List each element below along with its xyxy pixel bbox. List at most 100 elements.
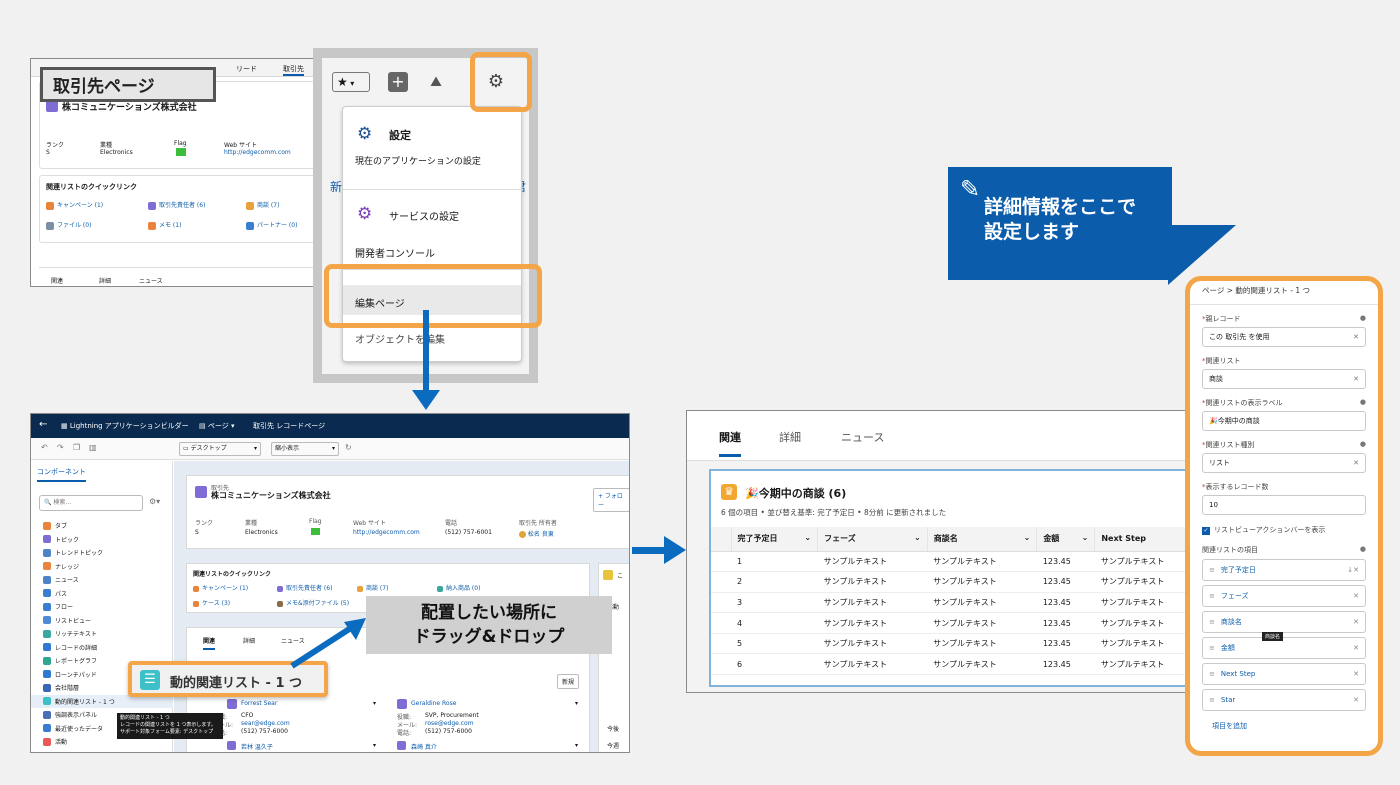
component-item[interactable]: ニュース	[31, 573, 173, 587]
view-select[interactable]: 縮小表示 ▾	[271, 442, 339, 456]
drag-handle-icon[interactable]: ≡	[1209, 644, 1215, 652]
component-item[interactable]: リストビュー	[31, 614, 173, 628]
field-item[interactable]: ≡ Next Step ✕	[1202, 663, 1366, 685]
favorites-button[interactable]: ★ ▾	[332, 72, 370, 92]
field-item[interactable]: ≡ フェーズ ✕	[1202, 585, 1366, 607]
quicklink[interactable]: 商談 (7)	[366, 585, 388, 592]
website-link[interactable]: http://edgecomm.com	[224, 149, 291, 156]
component-item[interactable]: レコードの詳細	[31, 641, 173, 655]
contact-name[interactable]: Forrest Sear	[241, 700, 277, 707]
nav-tab-lead[interactable]: リード	[236, 64, 257, 74]
field-item[interactable]: ≡ 商談名 ✕	[1202, 611, 1366, 633]
add-field-link[interactable]: 項目を追加	[1202, 721, 1366, 731]
quicklink[interactable]: メモ&添付ファイル (5)	[286, 600, 349, 607]
redo-icon[interactable]: ↷	[57, 443, 64, 452]
row-menu-icon[interactable]: ▾	[373, 742, 376, 749]
contact-name[interactable]: Geraldine Rose	[411, 700, 456, 707]
menu-setup[interactable]: 設定	[389, 127, 411, 143]
tab-related[interactable]: 関連	[203, 636, 216, 650]
clear-icon[interactable]: ✕	[1353, 375, 1359, 383]
record-count-input[interactable]: 10	[1202, 495, 1366, 515]
quicklink[interactable]: ファイル (0)	[57, 222, 91, 229]
delete-icon[interactable]: ▥	[89, 443, 97, 452]
back-arrow-icon[interactable]: ←	[39, 419, 47, 430]
remove-icon[interactable]: ✕	[1353, 696, 1359, 704]
tab-detail[interactable]: 詳細	[99, 276, 111, 285]
row-menu-icon[interactable]: ▾	[575, 700, 578, 707]
remove-icon[interactable]: ✕	[1353, 592, 1359, 600]
new-button[interactable]: 新規	[557, 674, 580, 689]
remove-icon[interactable]: ✕	[1353, 644, 1359, 652]
chevron-down-icon[interactable]: ⌄	[804, 533, 811, 542]
field-item[interactable]: ≡ 金額 ✕	[1202, 637, 1366, 659]
row-menu-icon[interactable]: ▾	[373, 700, 376, 707]
quicklink[interactable]: 納入商品 (0)	[446, 585, 480, 592]
menu-edit-object[interactable]: オブジェクトを編集	[355, 331, 445, 346]
quicklink[interactable]: 取引先責任者 (6)	[286, 585, 332, 592]
quicklink[interactable]: キャンペーン (1)	[57, 202, 103, 209]
component-item[interactable]: リッチテキスト	[31, 627, 173, 641]
nav-tab-account[interactable]: 取引先	[283, 64, 304, 76]
quicklink[interactable]: パートナー (0)	[257, 222, 297, 229]
checkbox-checked-icon[interactable]: ✓	[1202, 527, 1210, 535]
tab-detail[interactable]: 詳細	[779, 429, 801, 445]
display-label-input[interactable]: 🎉今期中の商談	[1202, 411, 1366, 431]
tab-detail[interactable]: 詳細	[243, 636, 255, 645]
column-header[interactable]: 金額 ⌄	[1036, 527, 1096, 552]
menu-developer-console[interactable]: 開発者コンソール	[355, 245, 435, 260]
drag-handle-icon[interactable]: ≡	[1209, 566, 1215, 574]
column-header[interactable]: フェーズ ⌄	[817, 527, 928, 552]
parent-record-field[interactable]: この 取引先 を使用 ✕	[1202, 327, 1366, 347]
quicklink[interactable]: ケース (3)	[202, 600, 230, 607]
gear-icon[interactable]: ⚙▾	[149, 497, 160, 506]
contact-email[interactable]: sear@edge.com	[241, 720, 290, 727]
contact-name[interactable]: 若林 温久子	[241, 742, 273, 751]
component-item[interactable]: トレンドトピック	[31, 546, 173, 560]
chevron-down-icon[interactable]: ⌄	[1082, 533, 1089, 542]
component-item[interactable]: フロー	[31, 600, 173, 614]
menu-service-setup[interactable]: サービスの設定	[389, 208, 459, 223]
copy-icon[interactable]: ❐	[73, 443, 80, 452]
refresh-icon[interactable]: ↻	[345, 443, 352, 452]
add-icon[interactable]: +	[388, 72, 408, 92]
component-item[interactable]: タブ	[31, 519, 173, 533]
trailhead-icon[interactable]: ⛰	[426, 72, 446, 92]
contact-name[interactable]: 森崎 真介	[411, 742, 437, 751]
tab-related[interactable]: 関連	[719, 429, 741, 457]
tab-news[interactable]: ニュース	[139, 276, 163, 285]
component-search-input[interactable]: 🔍 検索...	[39, 495, 143, 511]
row-menu-icon[interactable]: ▾	[575, 742, 578, 749]
column-header[interactable]: 商談名 ⌄	[927, 527, 1038, 552]
remove-icon[interactable]: ↓✕	[1347, 566, 1359, 574]
component-item[interactable]: トピック	[31, 533, 173, 547]
column-header[interactable]: 完了予定日 ⌄	[731, 527, 819, 552]
page-menu[interactable]: ▤ ページ ▾	[199, 421, 234, 431]
undo-icon[interactable]: ↶	[41, 443, 48, 452]
chevron-down-icon[interactable]: ⌄	[1024, 533, 1031, 542]
device-select[interactable]: ▭ デスクトップ ▾	[179, 442, 261, 456]
quicklink[interactable]: メモ (1)	[159, 222, 181, 229]
drag-handle-icon[interactable]: ≡	[1209, 618, 1215, 626]
remove-icon[interactable]: ✕	[1353, 670, 1359, 678]
drag-handle-icon[interactable]: ≡	[1209, 592, 1215, 600]
component-item[interactable]: ナレッジ	[31, 560, 173, 574]
follow-button[interactable]: + フォロー	[593, 488, 629, 512]
related-list-field[interactable]: 商談 ✕	[1202, 369, 1366, 389]
tab-related[interactable]: 関連	[51, 276, 63, 285]
drag-handle-icon[interactable]: ≡	[1209, 670, 1215, 678]
remove-icon[interactable]: ✕	[1353, 618, 1359, 626]
field-item[interactable]: ≡ Star ✕	[1202, 689, 1366, 711]
field-item[interactable]: ≡ 完了予定日 ↓✕	[1202, 559, 1366, 581]
clear-icon[interactable]: ✕	[1353, 459, 1359, 467]
tab-news[interactable]: ニュース	[841, 429, 884, 445]
component-item[interactable]: パス	[31, 587, 173, 601]
list-type-field[interactable]: リスト ✕	[1202, 453, 1366, 473]
quicklink[interactable]: キャンペーン (1)	[202, 585, 248, 592]
components-tab[interactable]: コンポーネント	[37, 467, 86, 482]
contact-email[interactable]: rose@edge.com	[425, 720, 474, 727]
quicklink[interactable]: 取引先責任者 (6)	[159, 202, 205, 209]
quicklink[interactable]: 商談 (7)	[257, 202, 279, 209]
menu-setup-current-app[interactable]: 現在のアプリケーションの設定	[355, 154, 481, 167]
website-link[interactable]: http://edgecomm.com	[353, 529, 420, 536]
action-bar-checkbox-row[interactable]: ✓ リストビューアクションバーを表示	[1202, 525, 1366, 535]
